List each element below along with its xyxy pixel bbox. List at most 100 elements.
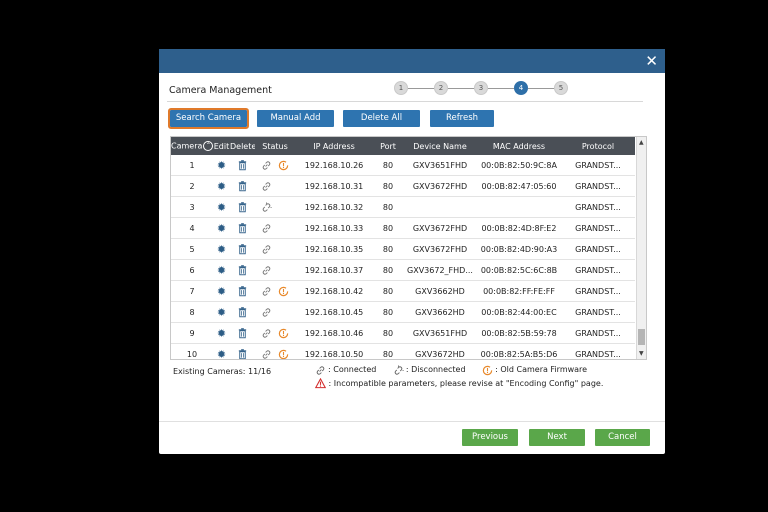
delete-cell[interactable] <box>230 259 255 281</box>
column-header-ip: IP Address <box>295 137 373 155</box>
delete-cell[interactable] <box>230 238 255 260</box>
table-row[interactable]: 8 ✹ 192.168.10.45 80 GXV3662HD 00:0B:82:44:00… <box>171 301 635 323</box>
gear-icon[interactable]: ✹ <box>217 181 226 192</box>
delete-cell[interactable] <box>230 155 255 176</box>
scrollbar-thumb[interactable] <box>638 329 645 345</box>
scroll-down-icon[interactable]: ▼ <box>639 350 644 357</box>
delete-cell[interactable] <box>230 280 255 302</box>
table-row[interactable]: 2 ✹ 192.168.10.31 80 GXV3672FHD 00:0B:82:47:0… <box>171 175 635 197</box>
table-row[interactable]: 1 ✹ 192.168.10.26 80 GXV3651FHD 00:0B:82:50:9… <box>171 155 635 176</box>
warning-circle-icon[interactable] <box>278 328 289 339</box>
mac-address: 00:0B:82:5B:59:78 <box>477 322 561 344</box>
status-cell <box>255 322 295 344</box>
protocol: GRANDST... <box>561 301 635 323</box>
gear-icon[interactable]: ✹ <box>217 349 226 360</box>
status-cell <box>255 343 295 360</box>
table-row[interactable]: 6 ✹ 192.168.10.37 80 GXV3672_FHD... 00:0B:82:… <box>171 259 635 281</box>
link-icon <box>262 181 271 191</box>
table-row[interactable]: 7 ✹ 192.168.10.42 80 GXV3662HD 00:0B:82:FF:FE… <box>171 280 635 302</box>
legend-incompatible: : Incompatible parameters, please revise… <box>315 377 603 391</box>
column-header-device-name: Device Name <box>403 137 477 155</box>
device-name: GXV3672_FHD... <box>403 259 477 281</box>
edit-cell[interactable]: ✹ <box>213 238 230 260</box>
table-scrollbar[interactable]: ▲ ▼ <box>636 137 646 359</box>
existing-cameras: Existing Cameras: 11/16 <box>173 367 271 376</box>
table-row[interactable]: 5 ✹ 192.168.10.35 80 GXV3672FHD 00:0B:82:4D:9… <box>171 238 635 260</box>
edit-cell[interactable]: ✹ <box>213 196 230 218</box>
trash-icon[interactable] <box>237 243 248 255</box>
protocol: GRANDST... <box>561 196 635 218</box>
ip-address: 192.168.10.35 <box>295 238 373 260</box>
gear-icon[interactable]: ✹ <box>217 328 226 339</box>
trash-icon[interactable] <box>237 264 248 276</box>
table-row[interactable]: 9 ✹ 192.168.10.46 80 GXV3651FHD 00:0B:82:5B:5… <box>171 322 635 344</box>
edit-cell[interactable]: ✹ <box>213 301 230 323</box>
device-name: GXV3662HD <box>403 280 477 302</box>
step-3: 3 <box>474 81 488 95</box>
table-header-row: Camera ⌃ Edit Delete Status IP Address Po… <box>171 137 635 155</box>
delete-cell[interactable] <box>230 217 255 239</box>
trash-icon[interactable] <box>237 180 248 192</box>
link-icon <box>262 307 271 317</box>
search-camera-button[interactable]: Search Camera <box>168 108 249 129</box>
trash-icon[interactable] <box>237 285 248 297</box>
gear-icon[interactable]: ✹ <box>217 160 226 171</box>
warning-circle-icon[interactable] <box>278 349 289 360</box>
gear-icon[interactable]: ✹ <box>217 286 226 297</box>
manual-add-button[interactable]: Manual Add <box>257 110 334 127</box>
gear-icon[interactable]: ✹ <box>217 265 226 276</box>
step-1: 1 <box>394 81 408 95</box>
port: 80 <box>373 155 403 176</box>
edit-cell[interactable]: ✹ <box>213 343 230 360</box>
port: 80 <box>373 301 403 323</box>
trash-icon[interactable] <box>237 159 248 171</box>
previous-button[interactable]: Previous <box>462 429 518 446</box>
delete-cell[interactable] <box>230 322 255 344</box>
edit-cell[interactable]: ✹ <box>213 175 230 197</box>
table-row[interactable]: 10 ✹ 192.168.10.50 80 GXV3672HD 00:0B:82:5A:B… <box>171 343 635 360</box>
gear-icon[interactable]: ✹ <box>217 223 226 234</box>
sort-icon[interactable]: ⌃ <box>203 141 213 151</box>
delete-cell[interactable] <box>230 175 255 197</box>
warning-circle-icon[interactable] <box>278 160 289 171</box>
trash-icon[interactable] <box>237 201 248 213</box>
trash-icon[interactable] <box>237 327 248 339</box>
column-header-camera[interactable]: Camera ⌃ <box>171 137 213 155</box>
status-cell <box>255 238 295 260</box>
trash-icon[interactable] <box>237 222 248 234</box>
step-connector <box>408 88 434 89</box>
step-connector <box>528 88 554 89</box>
scroll-up-icon[interactable]: ▲ <box>639 139 644 146</box>
close-icon[interactable]: ✕ <box>645 52 658 70</box>
status-cell <box>255 259 295 281</box>
delete-cell[interactable] <box>230 343 255 360</box>
protocol: GRANDST... <box>561 343 635 359</box>
step-5: 5 <box>554 81 568 95</box>
protocol: GRANDST... <box>561 238 635 260</box>
cancel-button[interactable]: Cancel <box>595 429 650 446</box>
refresh-button[interactable]: Refresh <box>430 110 494 127</box>
delete-all-button[interactable]: Delete All <box>343 110 420 127</box>
device-name: GXV3672FHD <box>403 217 477 239</box>
warning-circle-icon[interactable] <box>278 286 289 297</box>
table-row[interactable]: 4 ✹ 192.168.10.33 80 GXV3672FHD 00:0B:82:4D:8… <box>171 217 635 239</box>
delete-cell[interactable] <box>230 196 255 218</box>
delete-cell[interactable] <box>230 301 255 323</box>
edit-cell[interactable]: ✹ <box>213 155 230 176</box>
table-row[interactable]: 3 ✹ 192.168.10.32 80 GRANDST... <box>171 196 635 218</box>
edit-cell[interactable]: ✹ <box>213 322 230 344</box>
gear-icon[interactable]: ✹ <box>217 244 226 255</box>
next-button[interactable]: Next <box>529 429 585 446</box>
camera-number: 4 <box>171 217 213 239</box>
trash-icon[interactable] <box>237 348 248 360</box>
edit-cell[interactable]: ✹ <box>213 217 230 239</box>
trash-icon[interactable] <box>237 306 248 318</box>
gear-icon[interactable]: ✹ <box>217 202 226 213</box>
status-cell <box>255 155 295 176</box>
edit-cell[interactable]: ✹ <box>213 280 230 302</box>
gear-icon[interactable]: ✹ <box>217 307 226 318</box>
existing-cameras-value: 11/16 <box>248 367 272 376</box>
edit-cell[interactable]: ✹ <box>213 259 230 281</box>
protocol: GRANDST... <box>561 175 635 197</box>
dialog-titlebar: ✕ <box>159 49 665 73</box>
